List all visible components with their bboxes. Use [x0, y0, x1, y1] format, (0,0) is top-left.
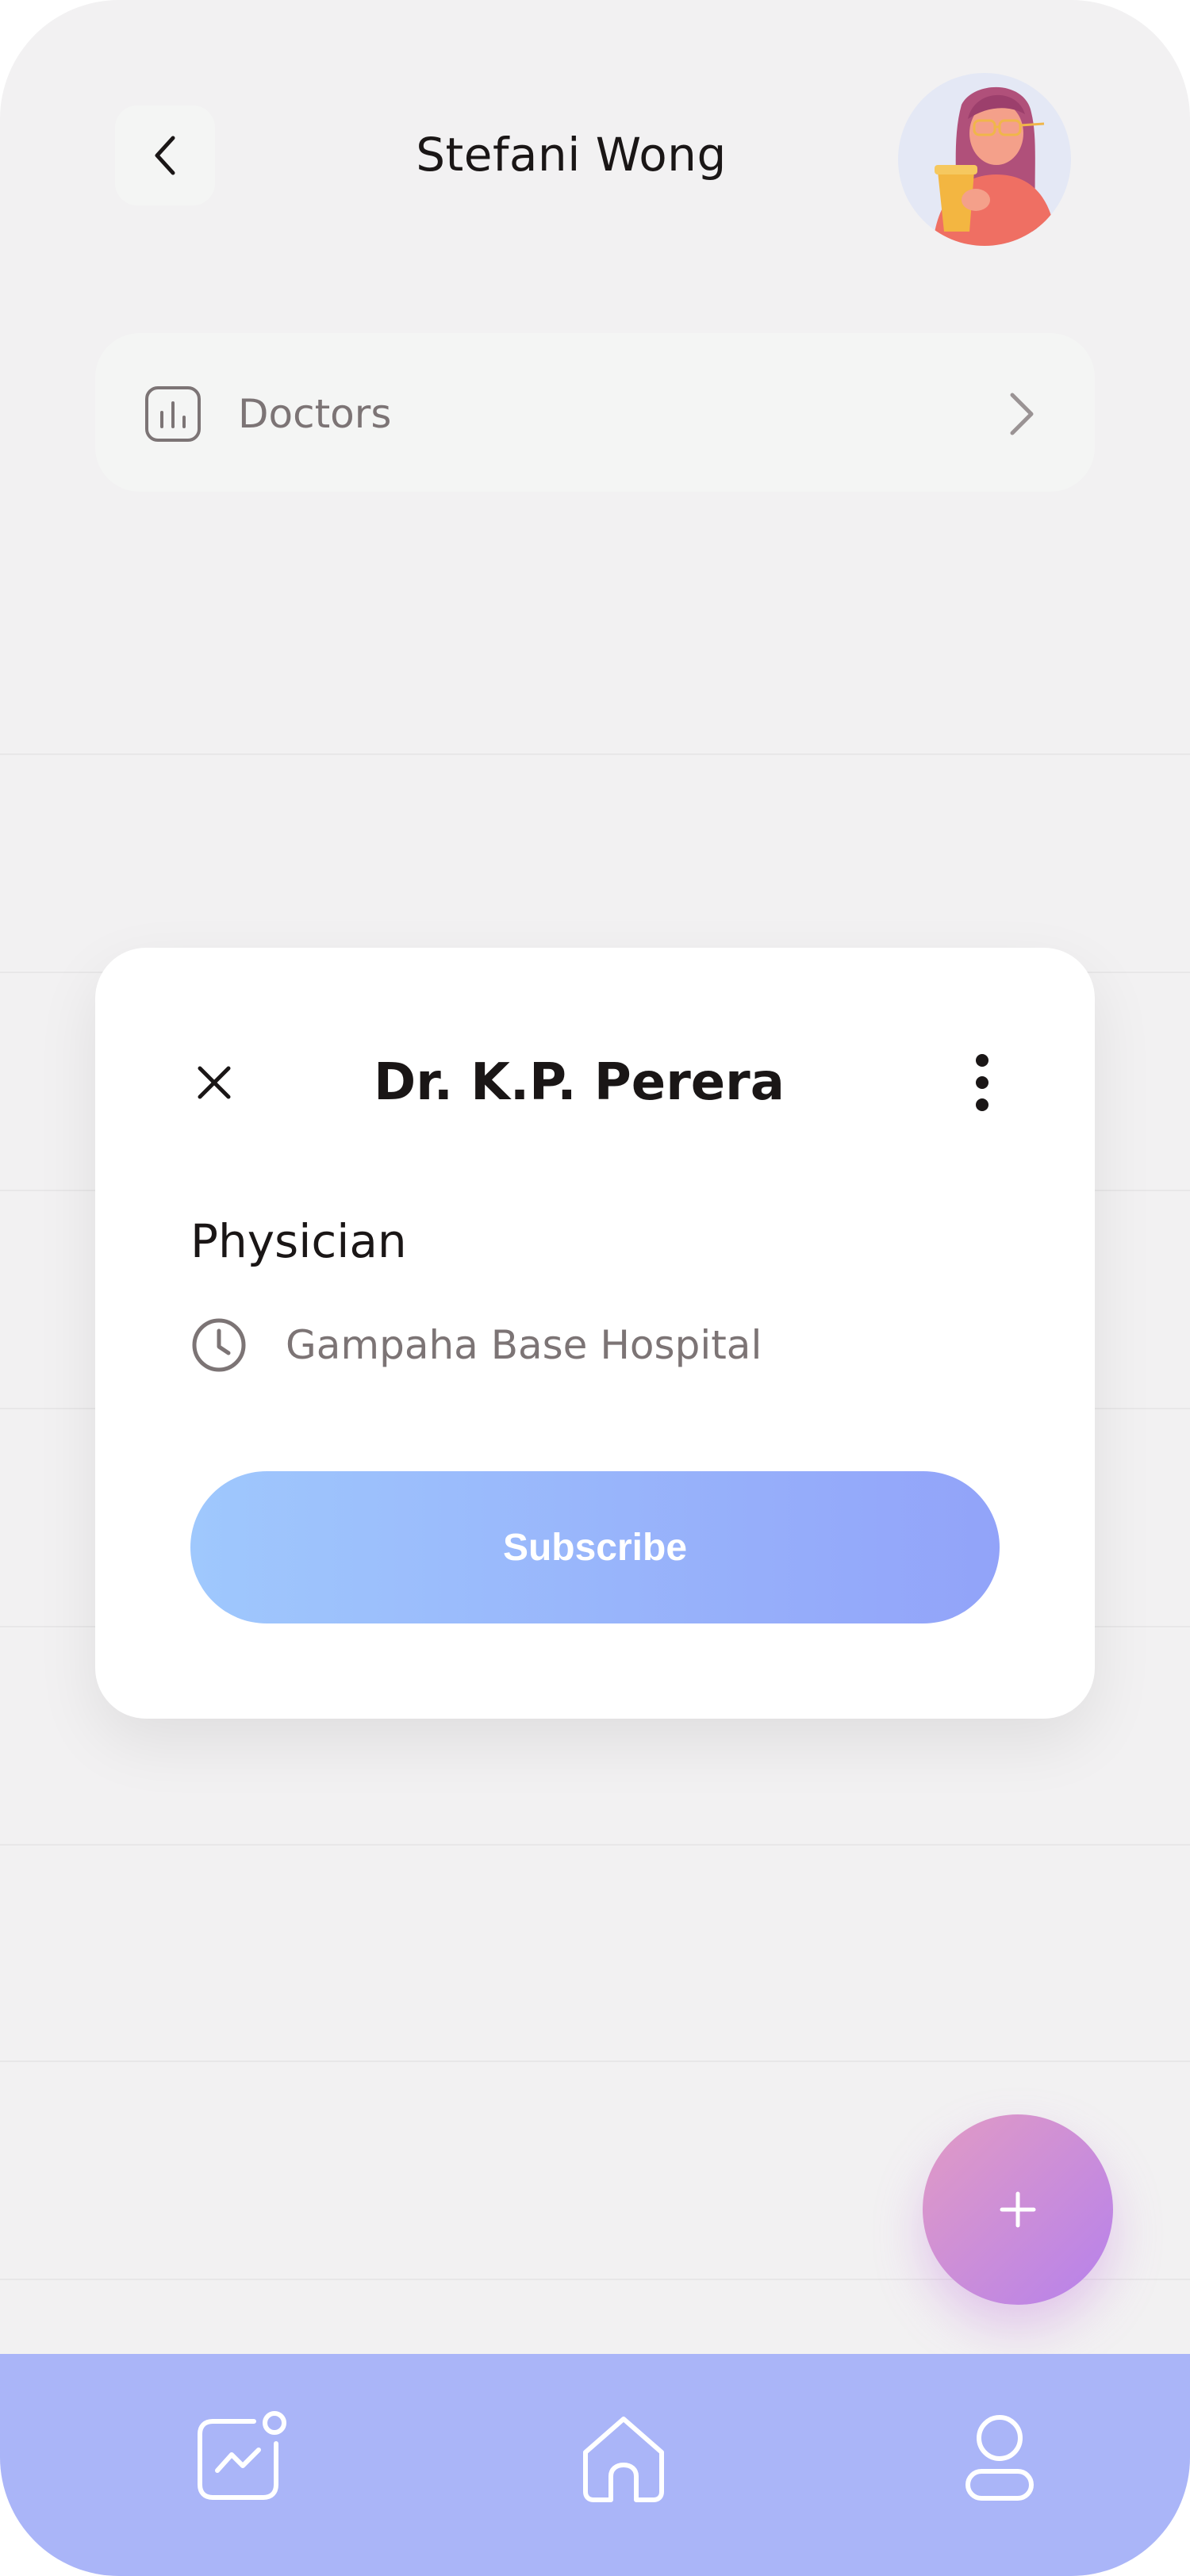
plus-icon [1000, 2191, 1036, 2228]
user-avatar[interactable] [898, 73, 1071, 246]
add-button[interactable] [923, 2114, 1113, 2305]
doctor-name: Dr. K.P. Perera [374, 1053, 785, 1112]
chevron-right-icon [1010, 393, 1034, 435]
category-label: Doctors [238, 391, 392, 437]
user-icon [965, 2415, 1034, 2501]
app-screen: Stefani Wong Doctors Dr. K.P. Perera Phy… [0, 0, 1190, 2576]
divider [0, 1844, 1190, 1846]
bar-chart-icon [145, 386, 201, 442]
clock-icon [192, 1318, 246, 1372]
bottom-navigation [0, 2354, 1190, 2576]
divider [0, 2060, 1190, 2062]
close-icon[interactable] [190, 1059, 238, 1106]
page-title: Stefani Wong [416, 128, 727, 182]
more-vertical-icon[interactable] [973, 1049, 992, 1116]
chart-notification-icon [198, 2411, 286, 2500]
subscribe-button[interactable]: Subscribe [190, 1471, 1000, 1623]
chevron-left-icon [155, 136, 175, 175]
back-button[interactable] [115, 105, 215, 205]
nav-item-activity[interactable] [185, 2402, 296, 2513]
nav-item-profile[interactable] [944, 2402, 1055, 2513]
doctors-category-card[interactable]: Doctors [95, 333, 1095, 492]
doctor-hospital: Gampaha Base Hospital [286, 1322, 762, 1368]
home-icon [583, 2417, 664, 2502]
doctor-specialty: Physician [190, 1214, 407, 1268]
divider [0, 753, 1190, 755]
nav-item-home[interactable] [568, 2402, 679, 2513]
doctor-detail-modal: Dr. K.P. Perera Physician Gampaha Base H… [95, 948, 1095, 1719]
avatar-illustration [933, 86, 1057, 246]
